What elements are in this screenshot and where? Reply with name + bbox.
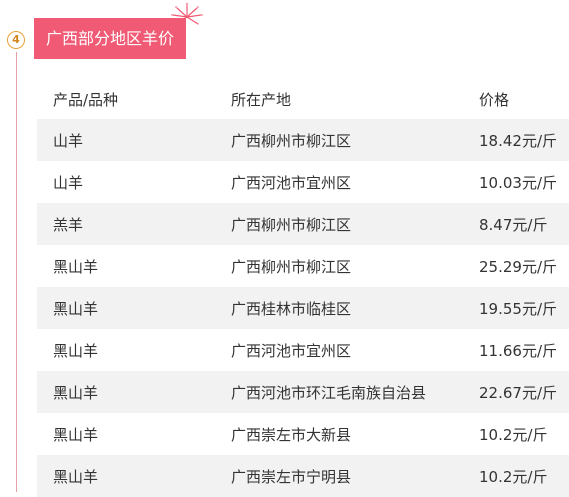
table-row: 黑山羊 广西崇左市大新县 10.2元/斤 <box>37 413 569 455</box>
sparkle-icon <box>171 2 203 25</box>
cell-product: 黑山羊 <box>37 245 231 287</box>
table-row: 山羊 广西河池市宜州区 10.03元/斤 <box>37 161 569 203</box>
table-row: 黑山羊 广西柳州市柳江区 25.29元/斤 <box>37 245 569 287</box>
cell-product: 山羊 <box>37 161 231 203</box>
cell-price: 19.55元/斤 <box>479 287 569 329</box>
cell-product: 黑山羊 <box>37 287 231 329</box>
cell-location: 广西河池市宜州区 <box>231 161 479 203</box>
cell-product: 山羊 <box>37 119 231 161</box>
cell-price: 11.66元/斤 <box>479 329 569 371</box>
cell-price: 10.2元/斤 <box>479 455 569 497</box>
cell-price: 18.42元/斤 <box>479 119 569 161</box>
cell-product: 黑山羊 <box>37 371 231 413</box>
cell-location: 广西柳州市柳江区 <box>231 203 479 245</box>
price-table: 产品/品种 所在产地 价格 山羊 广西柳州市柳江区 18.42元/斤 山羊 广西… <box>37 79 569 497</box>
cell-product: 羔羊 <box>37 203 231 245</box>
header-price: 价格 <box>479 90 510 109</box>
header-product: 产品/品种 <box>53 90 119 109</box>
cell-product: 黑山羊 <box>37 413 231 455</box>
section-title: 广西部分地区羊价 <box>34 18 187 59</box>
cell-product: 黑山羊 <box>37 455 231 497</box>
cell-location: 广西柳州市柳江区 <box>231 119 479 161</box>
table-row: 黑山羊 广西桂林市临桂区 19.55元/斤 <box>37 287 569 329</box>
cell-price: 25.29元/斤 <box>479 245 569 287</box>
cell-location: 广西河池市环江毛南族自治县 <box>231 371 479 413</box>
cell-location: 广西柳州市柳江区 <box>231 245 479 287</box>
section-number-badge: 4 <box>7 31 25 49</box>
header-location: 所在产地 <box>231 90 292 109</box>
cell-location: 广西桂林市临桂区 <box>231 287 479 329</box>
table-row: 黑山羊 广西河池市环江毛南族自治县 22.67元/斤 <box>37 371 569 413</box>
table-row: 山羊 广西柳州市柳江区 18.42元/斤 <box>37 119 569 161</box>
cell-price: 8.47元/斤 <box>479 203 569 245</box>
cell-price: 10.03元/斤 <box>479 161 569 203</box>
timeline-line <box>16 52 17 492</box>
table-row: 黑山羊 广西崇左市宁明县 10.2元/斤 <box>37 455 569 497</box>
cell-location: 广西河池市宜州区 <box>231 329 479 371</box>
table-header-row: 产品/品种 所在产地 价格 <box>37 79 569 119</box>
cell-location: 广西崇左市宁明县 <box>231 455 479 497</box>
table-row: 羔羊 广西柳州市柳江区 8.47元/斤 <box>37 203 569 245</box>
cell-price: 22.67元/斤 <box>479 371 569 413</box>
cell-product: 黑山羊 <box>37 329 231 371</box>
cell-price: 10.2元/斤 <box>479 413 569 455</box>
table-row: 黑山羊 广西河池市宜州区 11.66元/斤 <box>37 329 569 371</box>
cell-location: 广西崇左市大新县 <box>231 413 479 455</box>
